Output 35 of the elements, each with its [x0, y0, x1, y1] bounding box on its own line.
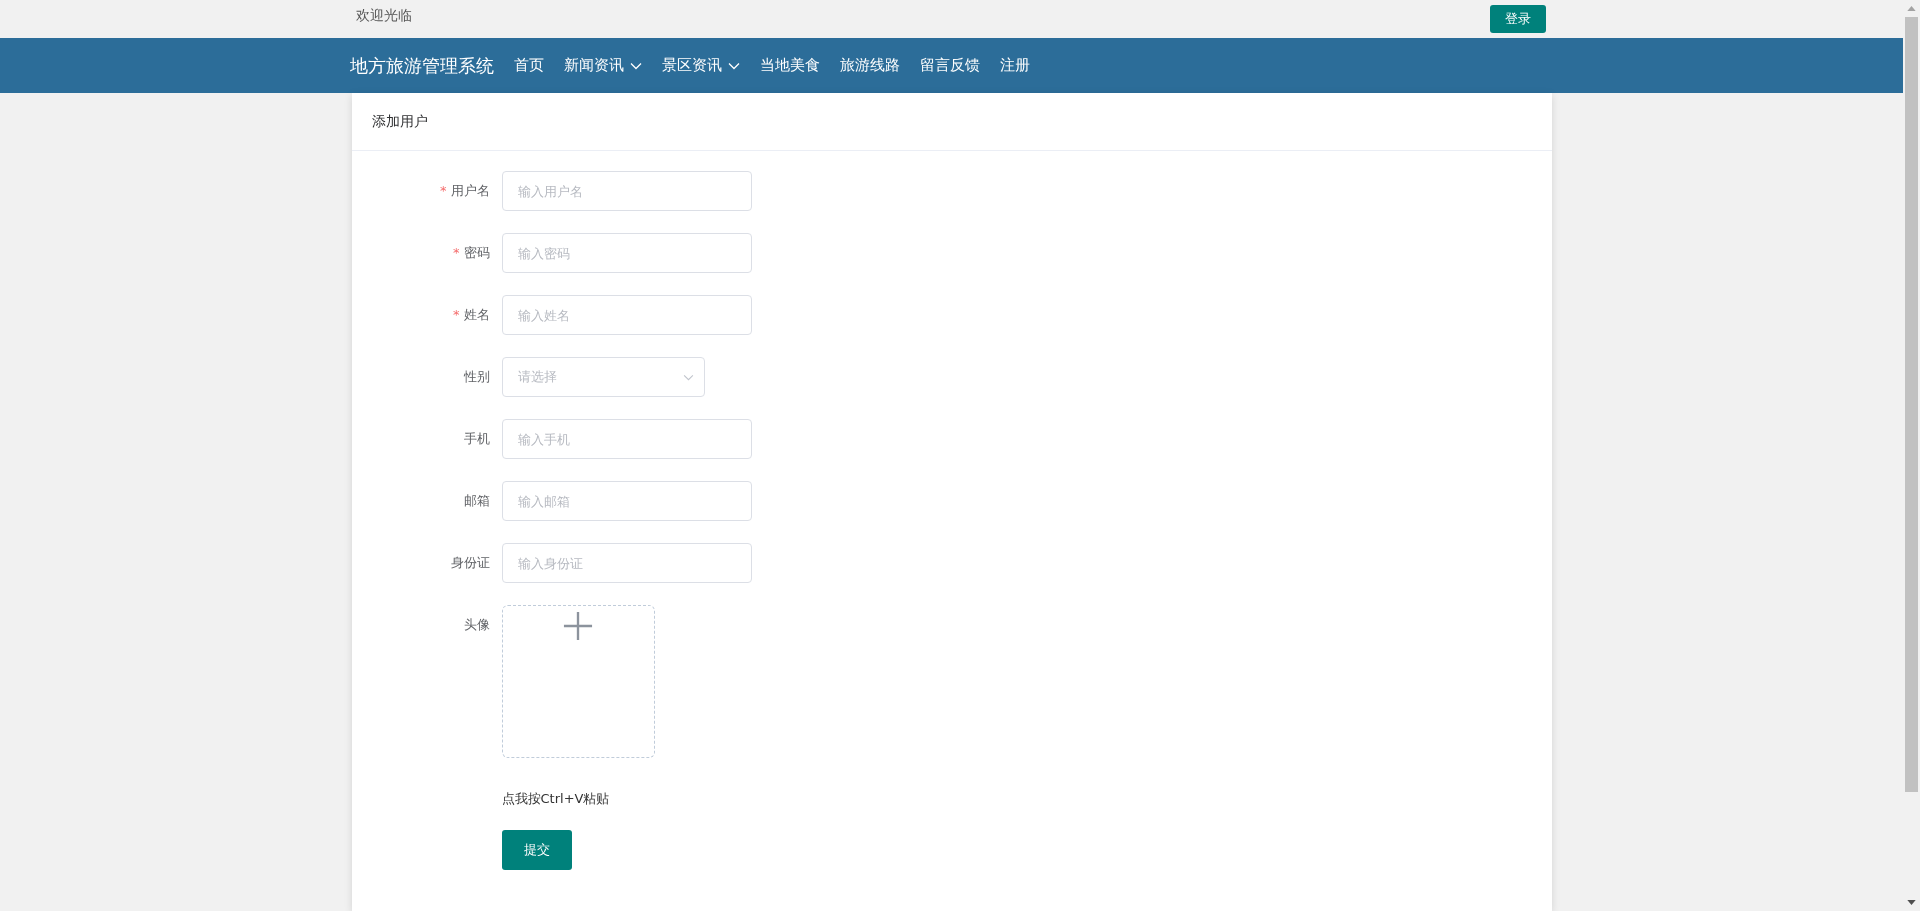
- submit-button[interactable]: 提交: [501, 830, 572, 870]
- chevron-down-icon: [629, 61, 642, 70]
- nav-link[interactable]: 注册: [999, 56, 1030, 75]
- chevron-down-icon: [682, 373, 694, 381]
- field-label: 头像: [463, 616, 490, 634]
- scroll-down-icon[interactable]: [1907, 900, 1916, 905]
- upload-area[interactable]: [501, 605, 655, 758]
- nav-link[interactable]: 旅游线路: [839, 56, 900, 75]
- card-title: 添加用户: [371, 112, 428, 131]
- welcome-text: 欢迎光临: [354, 7, 412, 25]
- nav-link[interactable]: 新闻资讯: [563, 56, 642, 75]
- nav-link[interactable]: 当地美食: [759, 56, 820, 75]
- paste-hint: 点我按Ctrl+V粘贴: [501, 790, 610, 808]
- plus-icon: [563, 611, 593, 641]
- input-field[interactable]: 输入身份证: [501, 543, 752, 583]
- input-field[interactable]: 输入手机: [501, 419, 752, 459]
- field-label: 手机: [463, 430, 490, 448]
- login-button[interactable]: 登录: [1489, 5, 1546, 33]
- input-field[interactable]: 输入邮箱: [501, 481, 752, 521]
- input-field[interactable]: 输入用户名: [501, 171, 752, 211]
- scroll-up-icon[interactable]: [1907, 6, 1916, 11]
- field-label: * 姓名: [453, 306, 490, 324]
- chevron-down-icon: [727, 61, 740, 70]
- scrollbar-thumb[interactable]: [1905, 17, 1918, 792]
- field-label: * 密码: [453, 244, 490, 262]
- nav-link[interactable]: 首页: [513, 56, 544, 75]
- nav-link[interactable]: 景区资讯: [661, 56, 740, 75]
- field-label: 邮箱: [463, 492, 490, 510]
- field-label: 性别: [463, 368, 490, 386]
- field-label: * 用户名: [440, 182, 490, 200]
- input-field[interactable]: 输入密码: [501, 233, 752, 273]
- input-field[interactable]: 输入姓名: [501, 295, 752, 335]
- nav-link[interactable]: 留言反馈: [919, 56, 980, 75]
- site-title: 地方旅游管理系统: [349, 53, 494, 78]
- field-label: 身份证: [450, 554, 490, 572]
